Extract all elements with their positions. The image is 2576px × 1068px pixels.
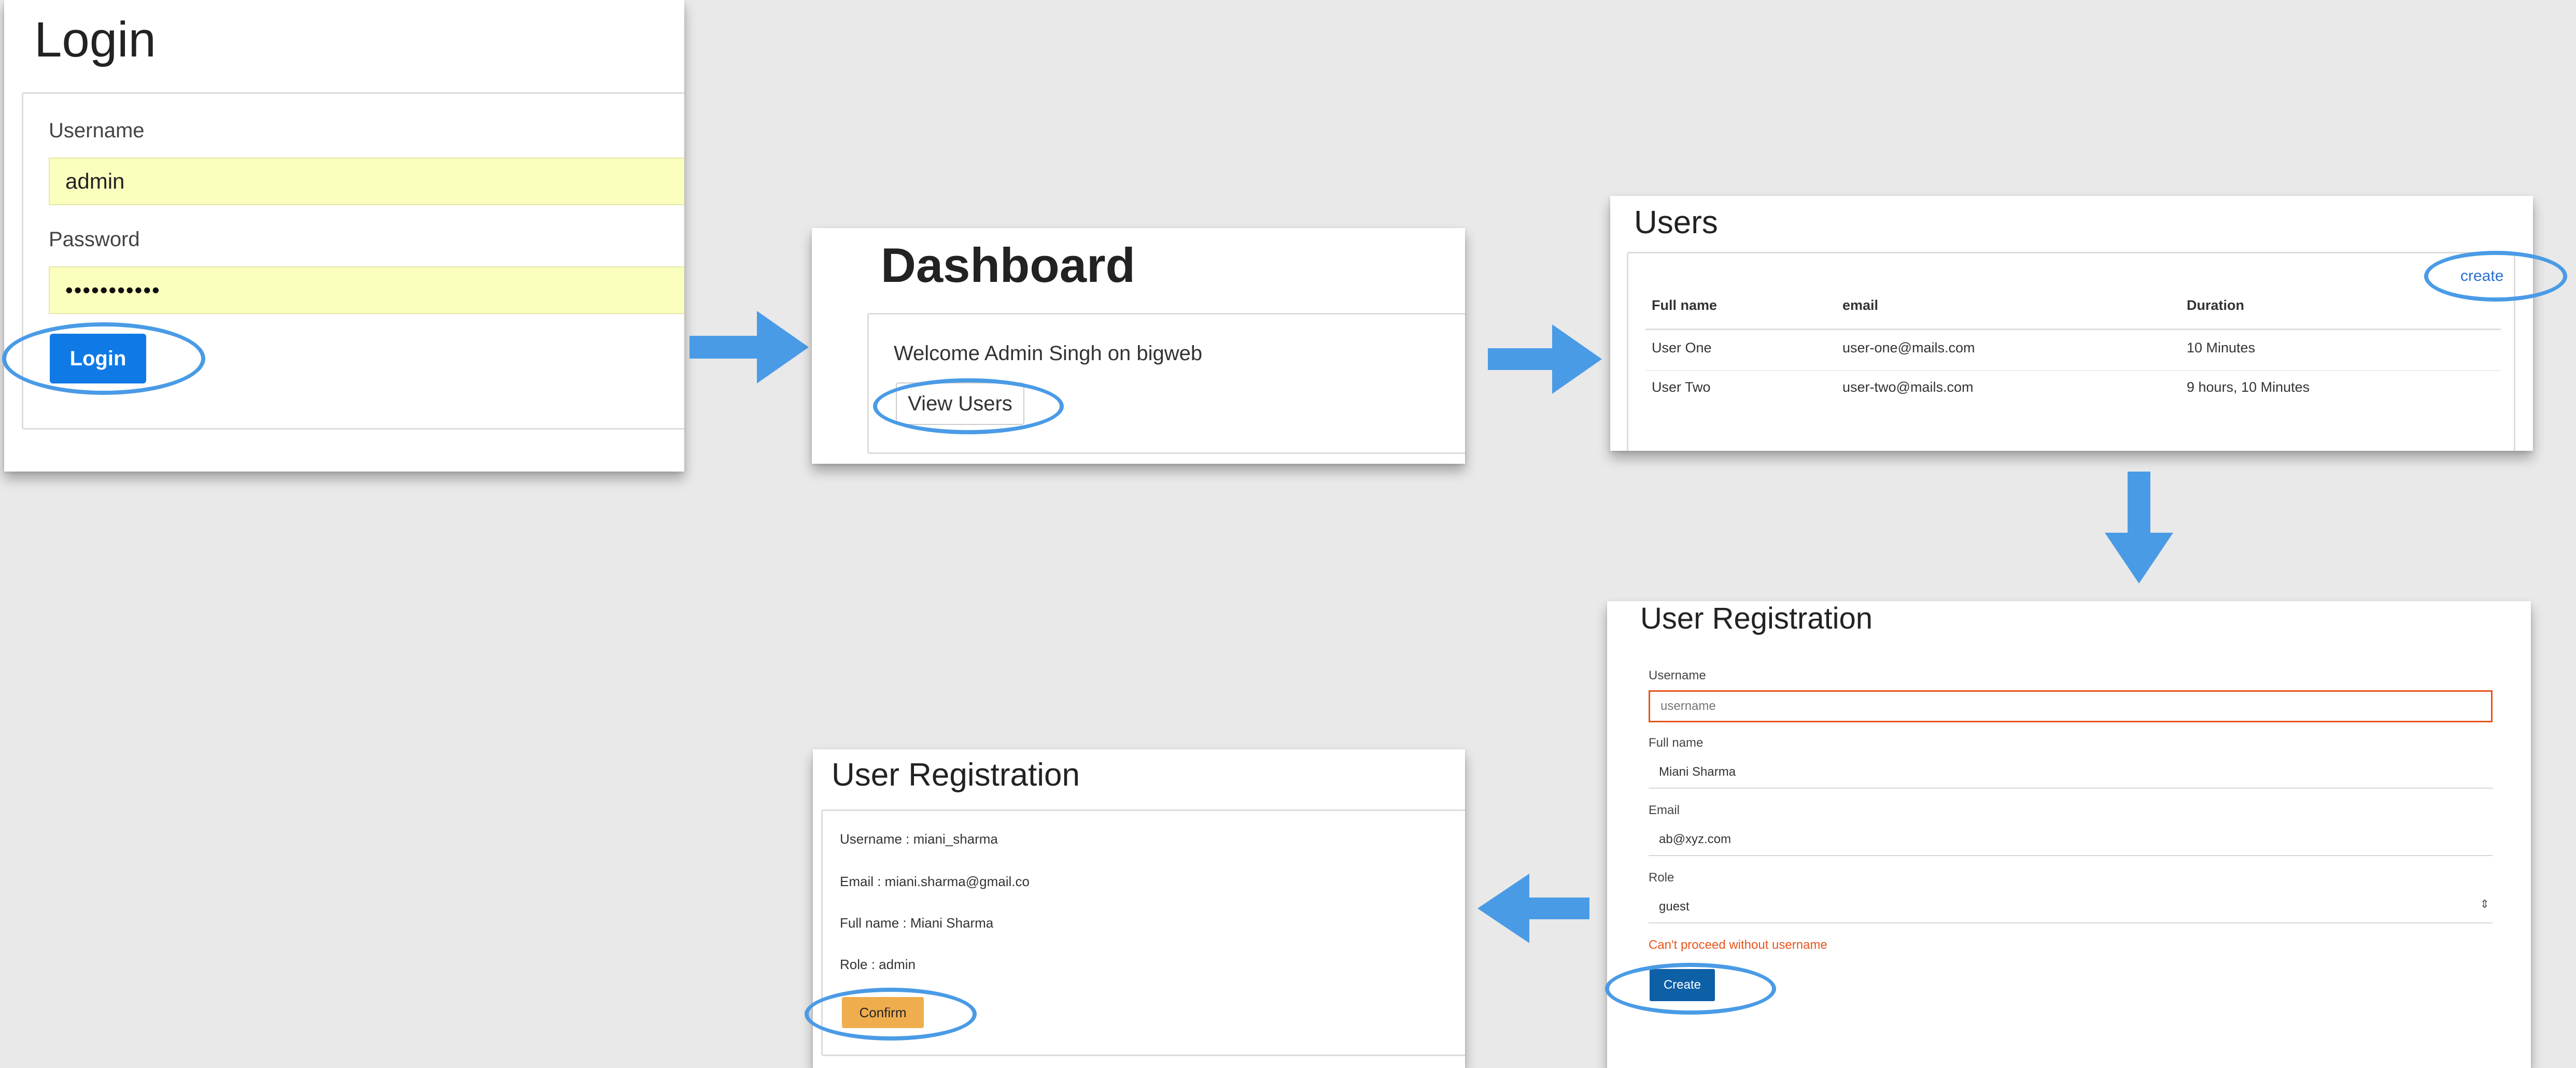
user-fullname: User One (1652, 340, 1712, 355)
role-line: Role : admin (840, 957, 916, 972)
dashboard-title: Dashboard (881, 238, 1135, 292)
login-button[interactable]: Login (50, 334, 146, 383)
create-button[interactable]: Create (1650, 969, 1715, 1001)
fullname-line: Full name : Miani Sharma (840, 915, 994, 931)
user-email: user-two@mails.com (1842, 379, 1974, 395)
error-message: Can't proceed without username (1649, 938, 1827, 952)
registration-form-screenshot: User Registration Username Full name Ema… (1607, 601, 2531, 1068)
username-label: Username (49, 119, 145, 142)
table-divider (1645, 329, 2501, 330)
login-title: Login (34, 12, 156, 67)
table-row[interactable] (1645, 332, 2501, 371)
select-arrows-icon: ⇕ (2480, 898, 2489, 910)
username-line: Username : miani_sharma (840, 831, 998, 847)
username-label: Username (1649, 668, 1706, 682)
column-header-email: email (1842, 297, 1879, 313)
create-user-link[interactable]: create (2460, 267, 2503, 285)
column-header-duration: Duration (2187, 297, 2244, 313)
confirm-title: User Registration (832, 757, 1080, 793)
users-screenshot: Users create Full name email Duration Us… (1610, 196, 2533, 451)
user-duration: 10 Minutes (2187, 340, 2256, 355)
down-arrow-icon (2105, 472, 2173, 583)
password-label: Password (49, 228, 140, 251)
registration-title: User Registration (1640, 602, 1873, 635)
right-arrow-icon (1488, 324, 1602, 394)
users-title: Users (1634, 205, 1718, 240)
left-arrow-icon (1477, 874, 1589, 943)
username-input[interactable] (1649, 690, 2493, 722)
fullname-label: Full name (1649, 736, 1704, 750)
password-input[interactable] (49, 266, 684, 314)
email-label: Email (1649, 803, 1680, 817)
user-fullname: User Two (1652, 379, 1711, 395)
email-input[interactable] (1649, 824, 2493, 856)
welcome-text: Welcome Admin Singh on bigweb (894, 342, 1203, 365)
view-users-button[interactable]: View Users (896, 382, 1024, 425)
right-arrow-icon (689, 311, 809, 383)
confirm-button[interactable]: Confirm (842, 997, 924, 1028)
role-label: Role (1649, 871, 1674, 885)
column-header-fullname: Full name (1652, 297, 1718, 313)
email-line: Email : miani.sharma@gmail.co (840, 874, 1030, 889)
dashboard-screenshot: Dashboard Welcome Admin Singh on bigweb … (812, 228, 1465, 464)
registration-confirm-screenshot: User Registration Username : miani_sharm… (813, 749, 1465, 1068)
user-email: user-one@mails.com (1842, 340, 1975, 355)
role-selected-value: guest (1659, 900, 1690, 914)
role-select[interactable]: guest ⇕ (1649, 891, 2493, 923)
table-row[interactable] (1645, 371, 2501, 409)
login-screenshot: Login Username Password Login (4, 0, 684, 472)
user-duration: 9 hours, 10 Minutes (2187, 379, 2310, 395)
fullname-input[interactable] (1649, 757, 2493, 789)
username-input[interactable] (49, 158, 684, 205)
